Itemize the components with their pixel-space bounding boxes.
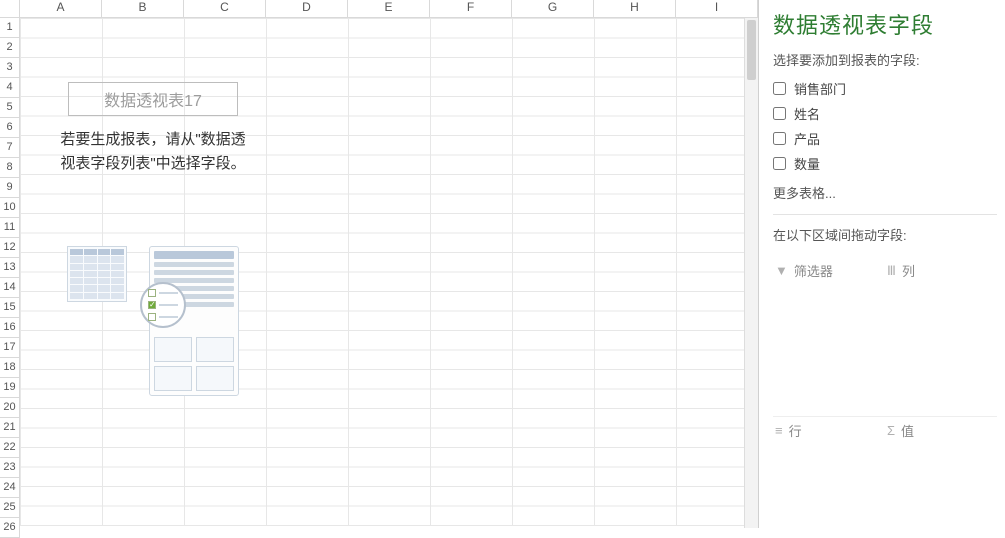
col-header[interactable]: H (594, 0, 676, 17)
rows-icon: ≡ (775, 423, 783, 438)
field-item[interactable]: 姓名 (773, 104, 997, 123)
pivot-fields-pane: 数据透视表字段 选择要添加到报表的字段: 销售部门 姓名 产品 数量 更多表格.… (759, 0, 1005, 528)
pivot-title: 数据透视表17 (68, 82, 238, 116)
row-header[interactable]: 7 (0, 138, 20, 158)
field-label: 产品 (794, 129, 820, 148)
row-header[interactable]: 24 (0, 478, 20, 498)
field-item[interactable]: 数量 (773, 154, 997, 173)
col-header[interactable]: A (20, 0, 102, 17)
field-checkbox[interactable] (773, 82, 786, 95)
column-header-row: A B C D E F G H I (0, 0, 758, 18)
row-header[interactable]: 3 (0, 58, 20, 78)
row-header[interactable]: 26 (0, 518, 20, 538)
field-checkbox[interactable] (773, 132, 786, 145)
field-item[interactable]: 销售部门 (773, 79, 997, 98)
pivot-placeholder: 数据透视表17 若要生成报表，请从"数据透 视表字段列表"中选择字段。 (26, 70, 280, 406)
pane-title: 数据透视表字段 (773, 8, 997, 40)
row-header[interactable]: 20 (0, 398, 20, 418)
col-header[interactable]: F (430, 0, 512, 17)
columns-icon: Ⅲ (887, 263, 896, 279)
col-header[interactable]: E (348, 0, 430, 17)
row-header[interactable]: 14 (0, 278, 20, 298)
pane-divider (773, 214, 997, 215)
filter-icon: ▼ (775, 263, 788, 278)
pivot-help-text: 若要生成报表，请从"数据透 视表字段列表"中选择字段。 (30, 128, 276, 176)
col-header[interactable]: C (184, 0, 266, 17)
zone-label: 列 (902, 261, 915, 280)
field-label: 姓名 (794, 104, 820, 123)
row-header[interactable]: 25 (0, 498, 20, 518)
row-header[interactable]: 10 (0, 198, 20, 218)
scrollbar-thumb[interactable] (747, 20, 756, 80)
field-label: 销售部门 (794, 79, 846, 98)
row-header[interactable]: 13 (0, 258, 20, 278)
row-header[interactable]: 4 (0, 78, 20, 98)
row-header[interactable]: 2 (0, 38, 20, 58)
values-icon: Σ (887, 423, 895, 438)
zone-label: 行 (789, 421, 802, 440)
col-header[interactable]: D (266, 0, 348, 17)
zone-label: 筛选器 (794, 261, 833, 280)
row-header[interactable]: 23 (0, 458, 20, 478)
zone-values[interactable]: Σ 值 (885, 416, 997, 486)
drop-zones: ▼ 筛选器 Ⅲ 列 ≡ 行 Σ 值 (773, 256, 997, 486)
row-header[interactable]: 15 (0, 298, 20, 318)
row-header[interactable]: 16 (0, 318, 20, 338)
mini-table-icon (67, 246, 127, 302)
field-list-icon (149, 246, 239, 396)
zone-rows[interactable]: ≡ 行 (773, 416, 885, 486)
field-list: 销售部门 姓名 产品 数量 (773, 79, 997, 173)
drag-zones-label: 在以下区域间拖动字段: (773, 225, 997, 244)
vertical-scrollbar[interactable] (744, 18, 758, 528)
spreadsheet-grid[interactable]: A B C D E F G H I 1234567891011121314151… (0, 0, 759, 528)
choose-fields-label: 选择要添加到报表的字段: (773, 50, 997, 69)
row-header[interactable]: 22 (0, 438, 20, 458)
pivot-illustration (30, 246, 276, 396)
row-header-col: 1234567891011121314151617181920212223242… (0, 18, 20, 526)
more-tables-link[interactable]: 更多表格... (773, 183, 997, 202)
row-header[interactable]: 11 (0, 218, 20, 238)
row-header[interactable]: 1 (0, 18, 20, 38)
row-header[interactable]: 6 (0, 118, 20, 138)
row-header[interactable]: 21 (0, 418, 20, 438)
col-header[interactable]: I (676, 0, 758, 17)
field-item[interactable]: 产品 (773, 129, 997, 148)
row-header[interactable]: 8 (0, 158, 20, 178)
row-header[interactable]: 9 (0, 178, 20, 198)
row-header[interactable]: 17 (0, 338, 20, 358)
row-header[interactable]: 19 (0, 378, 20, 398)
magnifier-icon (140, 282, 186, 328)
field-checkbox[interactable] (773, 107, 786, 120)
col-header[interactable]: B (102, 0, 184, 17)
zone-label: 值 (901, 421, 914, 440)
grid-corner[interactable] (0, 0, 20, 17)
field-label: 数量 (794, 154, 820, 173)
row-header[interactable]: 12 (0, 238, 20, 258)
zone-filters[interactable]: ▼ 筛选器 (773, 256, 885, 416)
col-header[interactable]: G (512, 0, 594, 17)
cells-area[interactable]: 数据透视表17 若要生成报表，请从"数据透 视表字段列表"中选择字段。 (20, 18, 758, 526)
zone-columns[interactable]: Ⅲ 列 (885, 256, 997, 416)
field-checkbox[interactable] (773, 157, 786, 170)
row-header[interactable]: 5 (0, 98, 20, 118)
row-header[interactable]: 18 (0, 358, 20, 378)
